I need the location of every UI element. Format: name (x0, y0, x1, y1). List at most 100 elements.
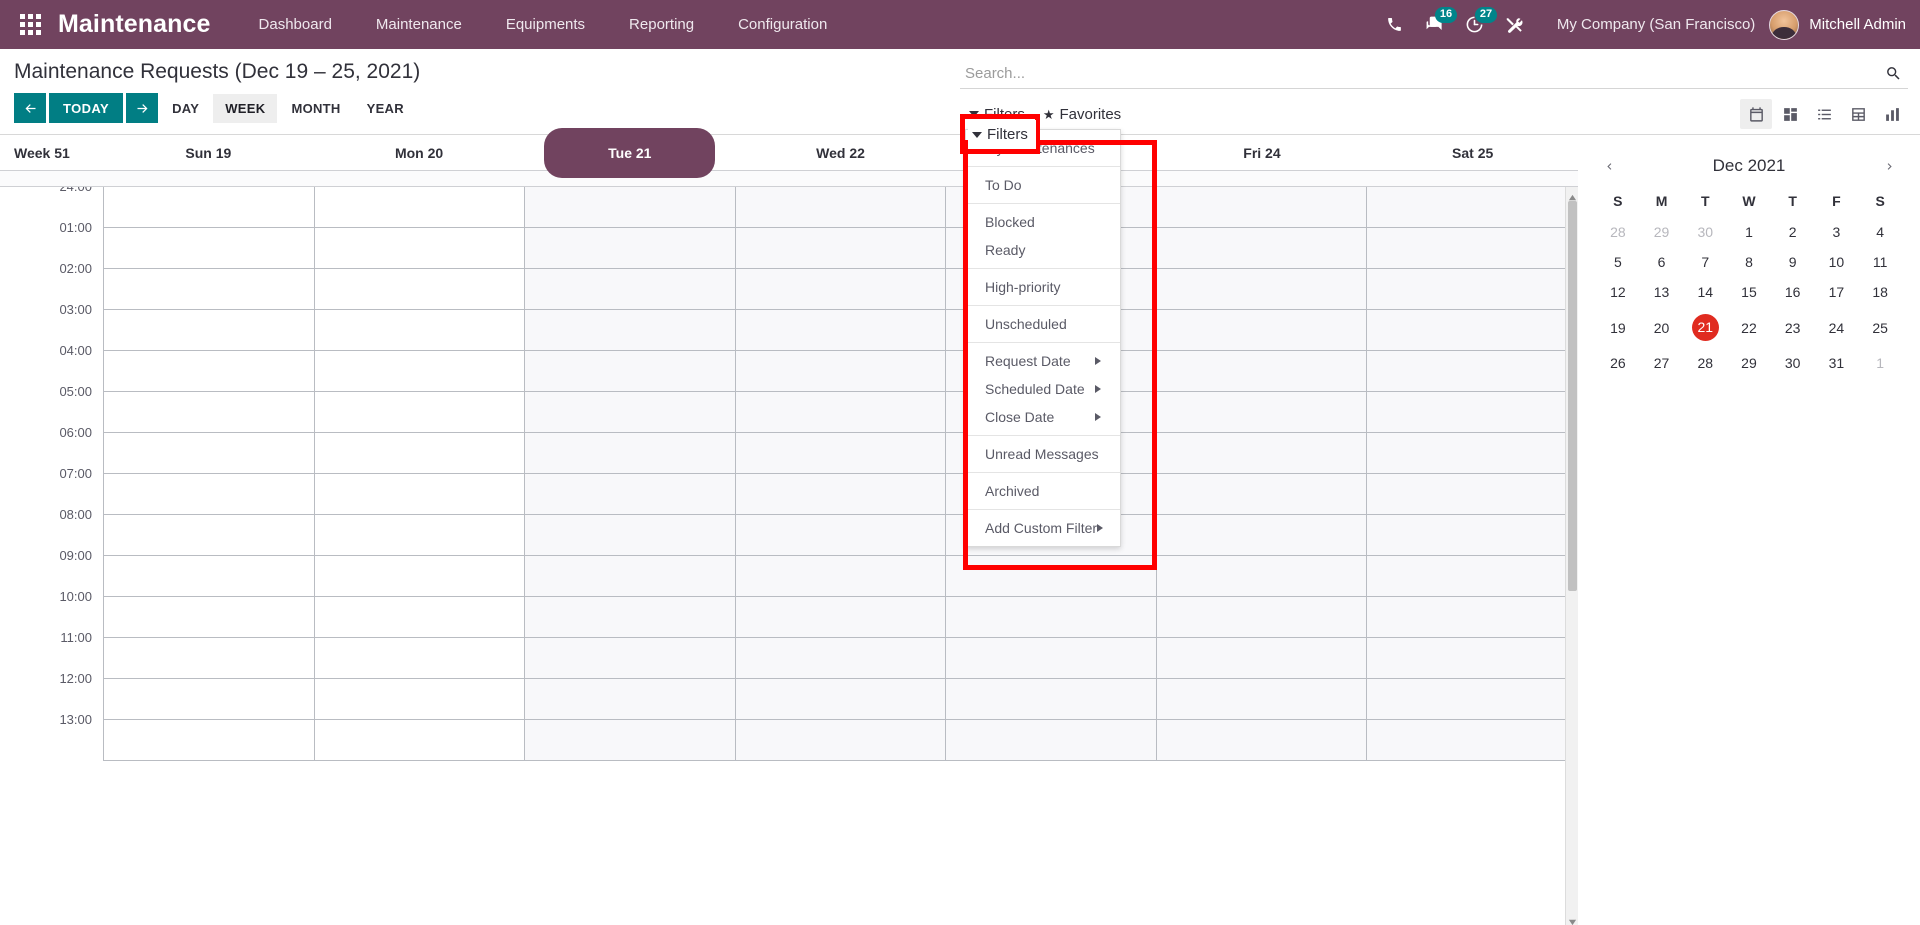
calendar-view-icon[interactable] (1740, 99, 1772, 129)
mini-calendar-day-cell[interactable]: 23 (1771, 307, 1815, 348)
calendar-hour-slot[interactable] (1367, 556, 1578, 597)
scale-day-button[interactable]: DAY (160, 94, 211, 123)
calendar-hour-slot[interactable] (1367, 638, 1578, 679)
calendar-hour-slot[interactable] (525, 515, 735, 556)
calendar-hour-slot[interactable] (1156, 679, 1367, 720)
day-header-sat[interactable]: Sat 25 (1367, 135, 1578, 171)
day-header-tue[interactable]: Tue 21 (524, 127, 735, 178)
calendar-hour-slot[interactable] (735, 597, 946, 638)
menu-dashboard[interactable]: Dashboard (237, 0, 354, 49)
calendar-hour-slot[interactable] (314, 187, 525, 228)
calendar-grid-scroll[interactable]: 24:00 01:00 02:00 03:00 04:00 05:00 06:0… (0, 187, 1578, 925)
calendar-hour-slot[interactable] (1367, 187, 1578, 228)
calendar-hour-slot[interactable] (525, 351, 735, 392)
filter-unscheduled[interactable]: Unscheduled (966, 310, 1120, 338)
calendar-hour-slot[interactable] (1367, 679, 1578, 720)
mini-calendar-day-cell[interactable]: 17 (1815, 277, 1859, 307)
calendar-hour-slot[interactable] (314, 433, 525, 474)
mini-calendar-day-cell[interactable]: 30 (1771, 348, 1815, 378)
mini-calendar-day-cell[interactable]: 9 (1771, 247, 1815, 277)
scale-week-button[interactable]: WEEK (213, 93, 278, 123)
filter-scheduled-date[interactable]: Scheduled Date (966, 375, 1120, 403)
calendar-scrollbar[interactable] (1565, 187, 1578, 925)
calendar-hour-slot[interactable] (735, 433, 946, 474)
calendar-hour-slot[interactable] (735, 638, 946, 679)
apps-grid-icon[interactable] (8, 14, 52, 35)
calendar-hour-slot[interactable] (735, 679, 946, 720)
mini-calendar-day-cell[interactable]: 28 (1596, 217, 1640, 247)
scale-month-button[interactable]: MONTH (279, 94, 352, 123)
calendar-hour-slot[interactable] (1367, 392, 1578, 433)
menu-reporting[interactable]: Reporting (607, 0, 716, 49)
calendar-hour-slot[interactable] (104, 392, 314, 433)
menu-equipments[interactable]: Equipments (484, 0, 607, 49)
calendar-hour-slot[interactable] (946, 638, 1156, 679)
calendar-hour-slot[interactable] (1156, 638, 1367, 679)
calendar-hour-slot[interactable] (1156, 515, 1367, 556)
calendar-hour-slot[interactable] (1156, 720, 1367, 761)
calendar-hour-slot[interactable] (946, 597, 1156, 638)
calendar-hour-slot[interactable] (314, 474, 525, 515)
mini-calendar-day-cell[interactable]: 22 (1727, 307, 1771, 348)
day-column-sat[interactable] (1367, 187, 1578, 761)
calendar-hour-slot[interactable] (104, 597, 314, 638)
mini-calendar-day-cell[interactable]: 21 (1683, 307, 1727, 348)
messages-icon[interactable]: 16 (1415, 0, 1458, 49)
calendar-hour-slot[interactable] (1367, 351, 1578, 392)
calendar-hour-slot[interactable] (735, 720, 946, 761)
calendar-hour-slot[interactable] (1367, 720, 1578, 761)
tools-icon[interactable] (1495, 0, 1535, 49)
mini-calendar-day-cell[interactable]: 26 (1596, 348, 1640, 378)
scroll-up-icon[interactable] (1568, 190, 1577, 201)
calendar-hour-slot[interactable] (314, 679, 525, 720)
mini-calendar-day-cell[interactable]: 29 (1640, 217, 1684, 247)
search-icon[interactable] (1878, 65, 1908, 82)
favorites-button[interactable]: ★ Favorites (1033, 101, 1131, 127)
calendar-hour-slot[interactable] (104, 433, 314, 474)
list-view-icon[interactable] (1808, 99, 1840, 129)
calendar-hour-slot[interactable] (735, 392, 946, 433)
filter-add-custom-filter[interactable]: Add Custom Filter (966, 514, 1120, 542)
user-menu[interactable]: Mitchell Admin (1769, 9, 1906, 40)
calendar-hour-slot[interactable] (314, 392, 525, 433)
mini-calendar-day-cell[interactable]: 2 (1771, 217, 1815, 247)
calendar-hour-slot[interactable] (1367, 597, 1578, 638)
calendar-hour-slot[interactable] (735, 187, 946, 228)
chevron-left-icon[interactable] (1596, 153, 1622, 179)
calendar-hour-slot[interactable] (1156, 310, 1367, 351)
mini-calendar-day-cell[interactable]: 28 (1683, 348, 1727, 378)
mini-calendar-day-cell[interactable]: 18 (1858, 277, 1902, 307)
calendar-hour-slot[interactable] (1156, 228, 1367, 269)
mini-calendar-day-cell[interactable]: 29 (1727, 348, 1771, 378)
calendar-hour-slot[interactable] (525, 720, 735, 761)
calendar-hour-slot[interactable] (314, 556, 525, 597)
calendar-hour-slot[interactable] (104, 638, 314, 679)
phone-icon[interactable] (1375, 0, 1415, 49)
mini-calendar-day-cell[interactable]: 25 (1858, 307, 1902, 348)
mini-calendar-day-cell[interactable]: 20 (1640, 307, 1684, 348)
calendar-hour-slot[interactable] (314, 597, 525, 638)
mini-calendar-day-cell[interactable]: 16 (1771, 277, 1815, 307)
calendar-hour-slot[interactable] (525, 310, 735, 351)
mini-calendar-day-cell[interactable]: 13 (1640, 277, 1684, 307)
mini-calendar-day-cell[interactable]: 8 (1727, 247, 1771, 277)
day-header-wed[interactable]: Wed 22 (735, 135, 946, 171)
mini-calendar-day-cell[interactable]: 6 (1640, 247, 1684, 277)
calendar-hour-slot[interactable] (104, 474, 314, 515)
mini-calendar-day-cell[interactable]: 31 (1815, 348, 1859, 378)
mini-calendar-day-cell[interactable]: 11 (1858, 247, 1902, 277)
chevron-right-icon[interactable] (1876, 153, 1902, 179)
calendar-hour-slot[interactable] (104, 515, 314, 556)
calendar-hour-slot[interactable] (104, 720, 314, 761)
scrollbar-thumb[interactable] (1568, 201, 1577, 591)
mini-calendar-day-cell[interactable]: 15 (1727, 277, 1771, 307)
activities-clock-icon[interactable]: 27 (1455, 0, 1498, 49)
filter-unread-messages[interactable]: Unread Messages (966, 440, 1120, 468)
calendar-hour-slot[interactable] (1367, 269, 1578, 310)
scroll-down-icon[interactable] (1568, 913, 1577, 925)
calendar-hour-slot[interactable] (735, 351, 946, 392)
filter-close-date[interactable]: Close Date (966, 403, 1120, 431)
mini-calendar-day-cell[interactable]: 12 (1596, 277, 1640, 307)
calendar-hour-slot[interactable] (525, 187, 735, 228)
day-column-fri[interactable] (1156, 187, 1368, 761)
